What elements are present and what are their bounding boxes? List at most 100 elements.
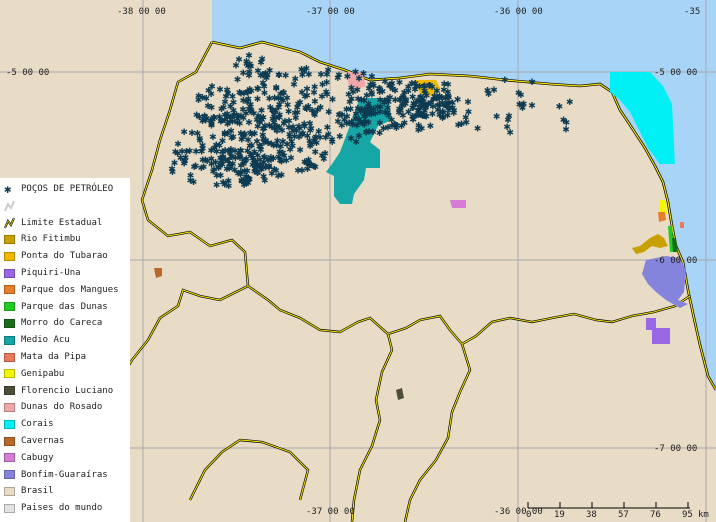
legend-label: Medio Acu	[21, 335, 70, 346]
petroleum-well-marker: ✱	[216, 86, 224, 96]
lon-label-top: -38 00 00	[117, 7, 166, 17]
scale-tick-label: 19	[554, 510, 565, 520]
area-genipabu[interactable]	[660, 200, 667, 214]
legend-item[interactable]: Corais	[4, 417, 54, 431]
legend-label: Florencio Luciano	[21, 385, 114, 396]
petroleum-well-marker: ✱	[221, 180, 229, 190]
legend-item[interactable]: Ponta do Tubarao	[4, 249, 108, 263]
area-cabugy[interactable]	[450, 200, 466, 208]
lon-label-top: -36 00 00	[494, 7, 543, 17]
petroleum-well-marker: ✱	[322, 134, 330, 144]
lon-label-top: -35	[684, 7, 700, 17]
petroleum-well-marker: ✱	[335, 71, 343, 81]
legend-swatch	[4, 217, 15, 229]
legend-label: Ponta do Tubarao	[21, 251, 108, 262]
petroleum-well-marker: ✱	[401, 119, 409, 129]
petroleum-well-marker: ✱	[217, 171, 225, 181]
petroleum-well-marker: ✱	[200, 163, 208, 173]
petroleum-well-marker: ✱	[271, 94, 279, 104]
petroleum-well-marker: ✱	[343, 120, 351, 130]
legend-swatch	[4, 503, 15, 513]
petroleum-well-marker: ✱	[318, 93, 326, 103]
petroleum-well-marker: ✱	[221, 116, 229, 126]
legend-item[interactable]: Brasil	[4, 484, 54, 498]
legend-item[interactable]: Parque dos Mangues	[4, 283, 119, 297]
petroleum-well-marker: ✱	[168, 165, 176, 175]
petroleum-well-marker: ✱	[274, 137, 282, 147]
legend-item[interactable]: Florencio Luciano	[4, 384, 113, 398]
legend-item[interactable]: Cavernas	[4, 434, 64, 448]
legend-swatch	[4, 369, 15, 379]
legend-item[interactable]: ✱ POÇOS DE PETRÓLEO	[4, 182, 113, 196]
petroleum-well-marker: ✱	[256, 119, 264, 129]
petroleum-well-marker: ✱	[282, 72, 290, 82]
legend-swatch	[4, 268, 15, 278]
legend-item[interactable]: Dunas do Rosado	[4, 400, 102, 414]
petroleum-well-marker: ✱	[228, 134, 236, 144]
petroleum-well-marker: ✱	[336, 133, 344, 143]
legend-item[interactable]	[4, 199, 21, 213]
scale-tick-label: 76	[650, 510, 661, 520]
petroleum-well-marker: ✱	[317, 70, 325, 80]
legend-swatch	[4, 352, 15, 362]
petroleum-well-marker: ✱	[474, 124, 482, 134]
petroleum-well-marker: ✱	[196, 136, 204, 146]
petroleum-well-marker: ✱	[246, 60, 254, 70]
petroleum-well-marker: ✱	[566, 98, 574, 108]
legend-panel: ✱ POÇOS DE PETRÓLEO Limite Estadual Rio Fit…	[0, 178, 130, 522]
petroleum-well-marker: ✱	[267, 104, 275, 114]
legend-item[interactable]: Rio Fitimbu	[4, 232, 81, 246]
petroleum-well-marker: ✱	[493, 112, 501, 122]
petroleum-well-marker: ✱	[296, 98, 304, 108]
petroleum-well-marker: ✱	[266, 121, 274, 131]
petroleum-well-marker: ✱	[463, 119, 471, 129]
petroleum-well-marker: ✱	[273, 84, 281, 94]
legend-item[interactable]: Morro do Careca	[4, 316, 102, 330]
petroleum-well-marker: ✱	[207, 90, 215, 100]
legend-item[interactable]: Bonfim-Guaraíras	[4, 468, 108, 482]
legend-item[interactable]: Cabugy	[4, 451, 54, 465]
petroleum-well-marker: ✱	[182, 154, 190, 164]
petroleum-well-marker: ✱	[234, 115, 242, 125]
petroleum-well-marker: ✱	[501, 76, 509, 86]
petroleum-well-marker: ✱	[245, 174, 253, 184]
legend-swatch	[4, 200, 15, 212]
petroleum-well-marker: ✱	[386, 82, 394, 92]
legend-item[interactable]: Genipabu	[4, 367, 64, 381]
scale-tick-label: 57	[618, 510, 629, 520]
lat-label-right: -7 00 00	[654, 444, 697, 454]
petroleum-well-marker: ✱	[303, 85, 311, 95]
legend-label: Corais	[21, 419, 54, 430]
petroleum-well-marker: ✱	[294, 166, 302, 176]
area-mata-da-pipa[interactable]	[680, 222, 684, 228]
legend-item[interactable]: Limite Estadual	[4, 216, 102, 230]
legend-label: Dunas do Rosado	[21, 402, 103, 413]
legend-item[interactable]: Mata da Pipa	[4, 350, 86, 364]
petroleum-well-marker: ✱	[213, 181, 221, 191]
petroleum-well-marker: ✱	[237, 168, 245, 178]
petroleum-well-marker: ✱	[484, 87, 492, 97]
legend-item[interactable]: Medio Acu	[4, 333, 70, 347]
lon-label-top: -37 00 00	[306, 7, 355, 17]
petroleum-well-marker: ✱	[236, 89, 244, 99]
petroleum-well-marker: ✱	[325, 108, 333, 118]
legend-item[interactable]: Parque das Dunas	[4, 300, 108, 314]
petroleum-well-marker: ✱	[275, 71, 283, 81]
petroleum-well-marker: ✱	[347, 134, 355, 144]
petroleum-well-marker: ✱	[368, 90, 376, 100]
petroleum-well-marker: ✱	[296, 146, 304, 156]
petroleum-well-marker: ✱	[365, 119, 373, 129]
legend-item[interactable]: Piquiri-Una	[4, 266, 81, 280]
legend-swatch	[4, 335, 15, 345]
petroleum-well-marker: ✱	[362, 109, 370, 119]
scale-tick-label: 38	[586, 510, 597, 520]
legend-swatch	[4, 302, 15, 312]
legend-label: Parque dos Mangues	[21, 284, 119, 295]
lat-label-right: -6 00 00	[654, 256, 697, 266]
legend-item[interactable]: Paises do mundo	[4, 501, 102, 515]
petroleum-well-marker: ✱	[388, 122, 396, 132]
petroleum-well-marker: ✱	[464, 98, 472, 108]
legend-swatch	[4, 251, 15, 261]
legend-label: Limite Estadual	[21, 217, 103, 228]
legend-swatch	[4, 386, 15, 396]
